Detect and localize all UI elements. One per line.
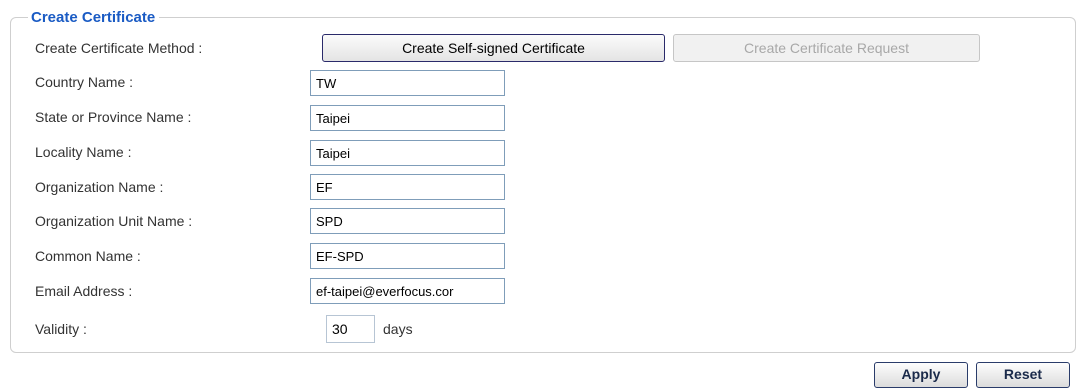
method-label: Create Certificate Method :	[35, 40, 203, 56]
create-self-signed-button[interactable]: Create Self-signed Certificate	[322, 34, 665, 62]
validity-input[interactable]	[326, 315, 375, 343]
reset-button[interactable]: Reset	[976, 362, 1070, 388]
state-label: State or Province Name :	[35, 109, 192, 125]
state-input[interactable]	[310, 105, 505, 131]
validity-label: Validity :	[35, 321, 87, 337]
email-label: Email Address :	[35, 283, 133, 299]
section-legend: Create Certificate	[28, 8, 160, 28]
country-input[interactable]	[310, 70, 505, 96]
apply-button[interactable]: Apply	[874, 362, 968, 388]
create-request-button[interactable]: Create Certificate Request	[673, 34, 980, 62]
organization-label: Organization Name :	[35, 179, 164, 195]
locality-input[interactable]	[310, 140, 505, 166]
locality-label: Locality Name :	[35, 144, 132, 160]
country-label: Country Name :	[35, 74, 134, 90]
common-name-label: Common Name :	[35, 248, 141, 264]
organization-input[interactable]	[310, 174, 505, 200]
certificate-fieldset	[10, 17, 1076, 353]
common-name-input[interactable]	[310, 243, 505, 269]
org-unit-label: Organization Unit Name :	[35, 213, 193, 229]
validity-unit: days	[383, 321, 413, 337]
org-unit-input[interactable]	[310, 208, 505, 234]
email-input[interactable]	[310, 278, 505, 304]
